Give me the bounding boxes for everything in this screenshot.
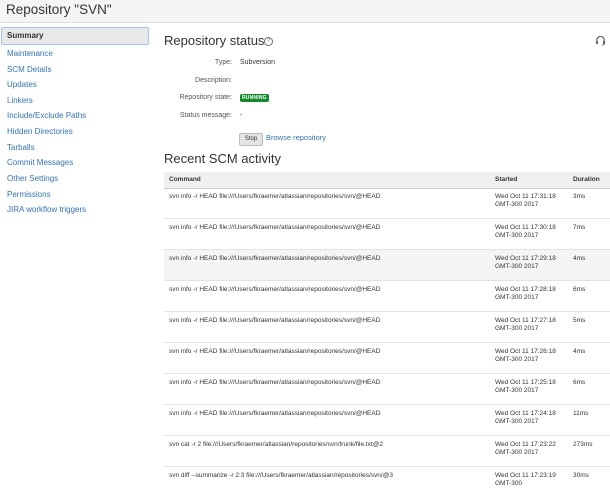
status-message-value: - <box>240 112 243 119</box>
sidebar-item-include-exclude-paths[interactable]: Include/Exclude Paths <box>0 107 148 124</box>
started-cell: Wed Oct 11 17:28:18 GMT-300 2017 <box>495 286 556 301</box>
duration-cell: 4ms <box>573 348 586 355</box>
type-value: Subversion <box>240 59 276 66</box>
started-cell: Wed Oct 11 17:30:18 GMT-300 2017 <box>495 224 556 239</box>
started-cell: Wed Oct 11 17:26:18 GMT-300 2017 <box>495 348 556 363</box>
page-header: Repository "SVN" <box>0 0 610 23</box>
duration-cell: 30ms <box>573 472 589 479</box>
sidebar-nav: Summary Maintenance SCM Details Updates … <box>0 23 156 492</box>
status-message-label: Status message: <box>179 112 232 119</box>
command-cell: svn cat -r 2 file:///Users/fkraemer/atla… <box>169 441 383 448</box>
started-cell: Wed Oct 11 17:31:18 GMT-300 2017 <box>495 193 556 208</box>
command-cell: svn info -r HEAD file:///Users/fkraemer/… <box>169 410 381 417</box>
table-row: svn diff --summarize -r 2:3 file:///User… <box>164 467 610 498</box>
table-row: svn info -r HEAD file:///Users/fkraemer/… <box>164 343 610 374</box>
sidebar-item-maintenance[interactable]: Maintenance <box>0 45 148 62</box>
duration-cell: 6ms <box>573 286 586 293</box>
started-cell: Wed Oct 11 17:27:18 GMT-300 2017 <box>495 317 556 332</box>
page-title: Repository "SVN" <box>6 2 112 17</box>
duration-cell: 11ms <box>573 410 589 417</box>
recent-scm-activity-heading: Recent SCM activity <box>164 151 282 166</box>
command-cell: svn diff --summarize -r 2:3 file:///User… <box>169 472 393 479</box>
table-row: svn info -r HEAD file:///Users/fkraemer/… <box>164 312 610 343</box>
table-row: svn info -r HEAD file:///Users/fkraemer/… <box>164 281 610 312</box>
command-cell: svn info -r HEAD file:///Users/fkraemer/… <box>169 255 381 262</box>
column-header-duration: Duration <box>573 176 600 183</box>
table-row: svn info -r HEAD file:///Users/fkraemer/… <box>164 250 610 281</box>
help-icon[interactable]: ? <box>264 37 273 46</box>
command-cell: svn info -r HEAD file:///Users/fkraemer/… <box>169 193 381 200</box>
browse-repository-link[interactable]: Browse repository <box>266 133 326 142</box>
duration-cell: 273ms <box>573 441 593 448</box>
started-cell: Wed Oct 11 17:24:18 GMT-300 2017 <box>495 410 556 425</box>
sidebar-item-jira-workflow-triggers[interactable]: JIRA workflow triggers <box>0 201 148 218</box>
duration-cell: 5ms <box>573 317 586 324</box>
sidebar-item-summary[interactable]: Summary <box>1 27 149 45</box>
started-cell: Wed Oct 11 17:23:22 GMT-300 2017 <box>495 441 556 456</box>
status-badge: RUNNING <box>240 94 269 102</box>
table-row: svn info -r HEAD file:///Users/fkraemer/… <box>164 219 610 250</box>
started-cell: Wed Oct 11 17:29:18 GMT-300 2017 <box>495 255 556 270</box>
duration-cell: 3ms <box>573 193 586 200</box>
sidebar-item-hidden-directories[interactable]: Hidden Directories <box>0 123 148 140</box>
repository-state-label: Repository state: <box>179 94 232 101</box>
duration-cell: 6ms <box>573 379 586 386</box>
type-label: Type: <box>214 59 232 66</box>
command-cell: svn info -r HEAD file:///Users/fkraemer/… <box>169 224 381 231</box>
table-header: Command Started Duration <box>164 172 610 189</box>
command-cell: svn info -r HEAD file:///Users/fkraemer/… <box>169 348 381 355</box>
sidebar-item-updates[interactable]: Updates <box>0 76 148 93</box>
command-cell: svn info -r HEAD file:///Users/fkraemer/… <box>169 317 381 324</box>
sidebar-item-other-settings[interactable]: Other Settings <box>0 170 148 187</box>
column-header-started: Started <box>495 176 518 183</box>
headset-icon[interactable] <box>595 35 606 46</box>
description-label: Description: <box>195 77 232 84</box>
duration-cell: 7ms <box>573 224 586 231</box>
duration-cell: 4ms <box>573 255 586 262</box>
table-row: svn cat -r 2 file:///Users/fkraemer/atla… <box>164 436 610 467</box>
command-cell: svn info -r HEAD file:///Users/fkraemer/… <box>169 379 381 386</box>
started-cell: Wed Oct 11 17:23:19 GMT-300 <box>495 472 556 487</box>
column-header-command: Command <box>169 176 201 183</box>
table-row: svn info -r HEAD file:///Users/fkraemer/… <box>164 405 610 436</box>
sidebar-item-commit-messages[interactable]: Commit Messages <box>0 154 148 171</box>
table-row: svn info -r HEAD file:///Users/fkraemer/… <box>164 374 610 405</box>
stop-button[interactable]: Stop <box>239 133 263 146</box>
started-cell: Wed Oct 11 17:25:18 GMT-300 2017 <box>495 379 556 394</box>
table-row: svn info -r HEAD file:///Users/fkraemer/… <box>164 188 610 219</box>
command-cell: svn info -r HEAD file:///Users/fkraemer/… <box>169 286 381 293</box>
main-content: Repository status ? Type: Subversion Des… <box>164 23 610 492</box>
repository-status-heading: Repository status <box>164 33 265 48</box>
